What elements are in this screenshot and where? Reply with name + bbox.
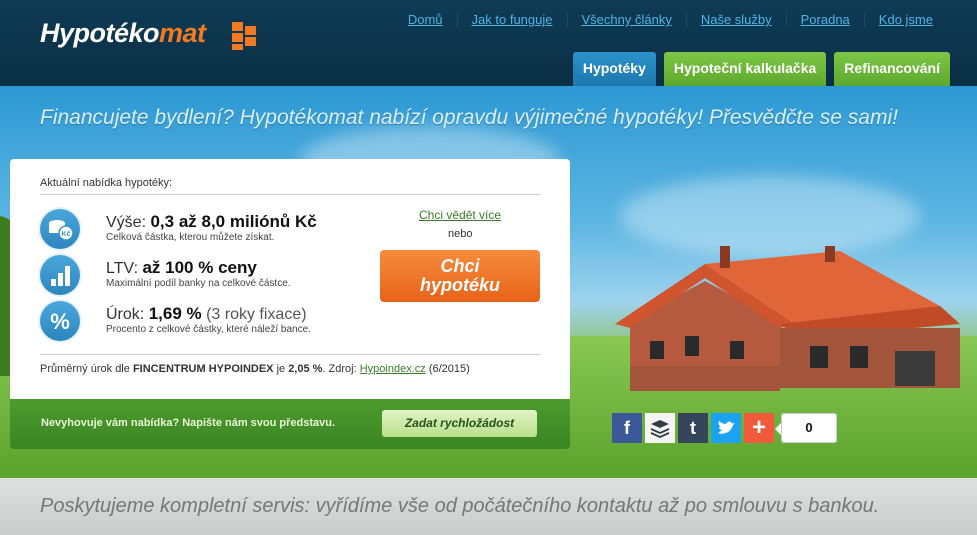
tab-hypotecni-kalkulacka[interactable]: Hypoteční kalkulačka (663, 52, 827, 86)
quick-request-button[interactable]: Zadat rychložádost (382, 410, 537, 437)
facebook-icon[interactable]: f (612, 413, 642, 443)
coins-icon: Kč (40, 209, 80, 249)
plus-icon[interactable]: + (744, 413, 774, 443)
main-tabs: Hypotéky Hypoteční kalkulačka Refinancov… (572, 52, 950, 86)
share-counter: 0 (775, 413, 837, 443)
services-band: Poskytujeme kompletní servis: vyřídíme v… (0, 478, 977, 535)
more-info-link[interactable]: Chci vědět více (419, 208, 501, 222)
bar-chart-icon (40, 255, 80, 295)
offer-title: Aktuální nabídka hypotéky: (40, 177, 173, 189)
percent-icon: % (40, 301, 80, 341)
top-nav: Domů Jak to funguje Všechny články Naše … (394, 12, 947, 27)
ltv-sub: Maximální podíl banky na celkové částce. (106, 278, 291, 289)
nav-link-jak-to-funguje[interactable]: Jak to funguje (456, 12, 567, 27)
divider (40, 354, 540, 355)
tab-refinancovani[interactable]: Refinancování (834, 52, 950, 86)
hypoindex-link[interactable]: Hypoindex.cz (360, 363, 426, 375)
logo[interactable]: Hypotékomat (40, 18, 206, 49)
house-illustration (615, 246, 960, 391)
nav-link-kdo-jsme[interactable]: Kdo jsme (863, 12, 947, 27)
nav-link-nase-sluzby[interactable]: Naše služby (685, 12, 786, 27)
or-label: nebo (448, 228, 473, 240)
quick-request-bar: Nevyhovuje vám nabídka? Napište nám svou… (10, 399, 570, 449)
rate-sub: Procento z celkové částky, které náleží … (106, 324, 311, 335)
svg-text:%: % (50, 309, 70, 334)
services-text: Poskytujeme kompletní servis: vyřídíme v… (40, 495, 880, 517)
logo-mark-icon (232, 22, 258, 50)
cloud (620, 176, 920, 256)
rate-line: Úrok: 1,69 % (3 roky fixace) (106, 304, 307, 323)
hero-slogan: Financujete bydlení? Hypotékomat nabízí … (40, 106, 898, 129)
twitter-icon[interactable] (711, 413, 741, 443)
site-header: Hypotékomat Domů Jak to funguje Všechny … (0, 0, 977, 86)
amount-sub: Celková částka, kterou můžete získat. (106, 232, 275, 243)
nav-link-poradna[interactable]: Poradna (785, 12, 864, 27)
quick-request-question: Nevyhovuje vám nabídka? Napište nám svou… (41, 417, 336, 429)
offer-panel: Aktuální nabídka hypotéky: Kč Výše: 0,3 … (10, 159, 570, 399)
tab-hypoteky[interactable]: Hypotéky (572, 52, 656, 86)
ltv-line: LTV: až 100 % ceny (106, 258, 257, 277)
divider (40, 194, 540, 195)
tumblr-icon[interactable]: t (678, 413, 708, 443)
buffer-icon[interactable] (645, 413, 675, 443)
want-mortgage-button[interactable]: Chci hypotéku (380, 250, 540, 302)
amount-line: Výše: 0,3 až 8,0 miliónů Kč (106, 212, 317, 231)
nav-link-vsechny-clanky[interactable]: Všechny články (566, 12, 686, 27)
hero: Financujete bydlení? Hypotékomat nabízí … (0, 86, 977, 478)
svg-text:Kč: Kč (62, 231, 71, 238)
nav-link-domu[interactable]: Domů (394, 12, 457, 27)
average-rate-note: Průměrný úrok dle FINCENTRUM HYPOINDEX j… (40, 363, 470, 375)
social-share: f t + 0 (612, 413, 837, 443)
